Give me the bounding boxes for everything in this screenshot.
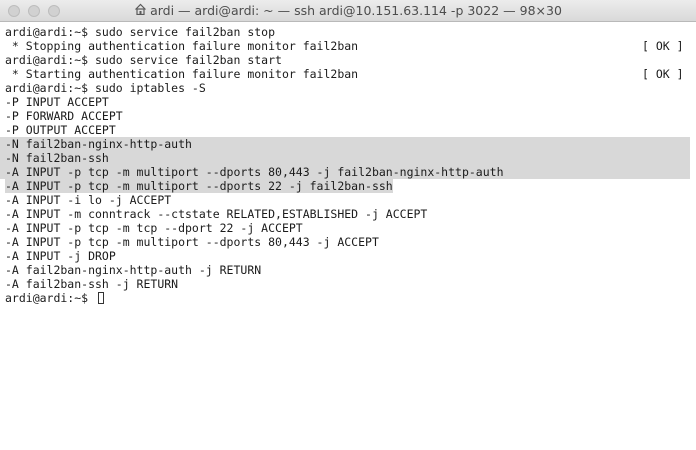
status-ok: [ OK ] xyxy=(642,39,684,53)
title-bar[interactable]: ardi — ardi@ardi: ~ — ssh ardi@10.151.63… xyxy=(0,0,696,22)
window-title-container: ardi — ardi@ardi: ~ — ssh ardi@10.151.63… xyxy=(0,0,696,22)
terminal-line: -P INPUT ACCEPT xyxy=(5,95,109,109)
terminal-line: * Starting authentication failure monito… xyxy=(0,67,696,81)
terminal-window: ardi — ardi@ardi: ~ — ssh ardi@10.151.63… xyxy=(0,0,696,450)
terminal-line: -A INPUT -p tcp -m multiport --dports 80… xyxy=(5,235,379,249)
selected-text: -A INPUT -p tcp -m multiport --dports 22… xyxy=(5,179,393,193)
status-ok: [ OK ] xyxy=(642,67,684,81)
terminal-line: ardi@ardi:~$ sudo service fail2ban start xyxy=(5,53,282,67)
terminal-line: ardi@ardi:~$ sudo service fail2ban stop xyxy=(5,25,276,39)
terminal-line: -P OUTPUT ACCEPT xyxy=(5,123,116,137)
terminal-line: -A INPUT -m conntrack --ctstate RELATED,… xyxy=(5,207,428,221)
terminal-line-selected: -N fail2ban-nginx-http-auth xyxy=(0,137,690,151)
shell-prompt: ardi@ardi:~$ xyxy=(5,291,96,305)
home-icon xyxy=(134,0,147,22)
prompt-line[interactable]: ardi@ardi:~$ xyxy=(0,291,696,305)
terminal-line-selected: -N fail2ban-ssh xyxy=(0,151,690,165)
terminal-output[interactable]: ardi@ardi:~$ sudo service fail2ban stop … xyxy=(0,25,696,305)
terminal-line: -A INPUT -i lo -j ACCEPT xyxy=(5,193,172,207)
line-text: * Stopping authentication failure monito… xyxy=(5,39,359,53)
window-title: ardi — ardi@ardi: ~ — ssh ardi@10.151.63… xyxy=(150,3,562,18)
terminal-line: -A fail2ban-nginx-http-auth -j RETURN xyxy=(5,263,262,277)
terminal-line: -A fail2ban-ssh -j RETURN xyxy=(5,277,179,291)
text-cursor xyxy=(98,292,105,304)
terminal-line-selected: -A INPUT -p tcp -m multiport --dports 80… xyxy=(0,165,690,179)
terminal-line: -A INPUT -j DROP xyxy=(5,249,116,263)
terminal-line: -A INPUT -p tcp -m tcp --dport 22 -j ACC… xyxy=(5,221,303,235)
terminal-line-partial-selected: -A INPUT -p tcp -m multiport --dports 22… xyxy=(0,179,696,193)
terminal-line: ardi@ardi:~$ sudo iptables -S xyxy=(5,81,206,95)
line-text: * Starting authentication failure monito… xyxy=(5,67,359,81)
terminal-line: * Stopping authentication failure monito… xyxy=(0,39,696,53)
terminal-line: -P FORWARD ACCEPT xyxy=(5,109,123,123)
